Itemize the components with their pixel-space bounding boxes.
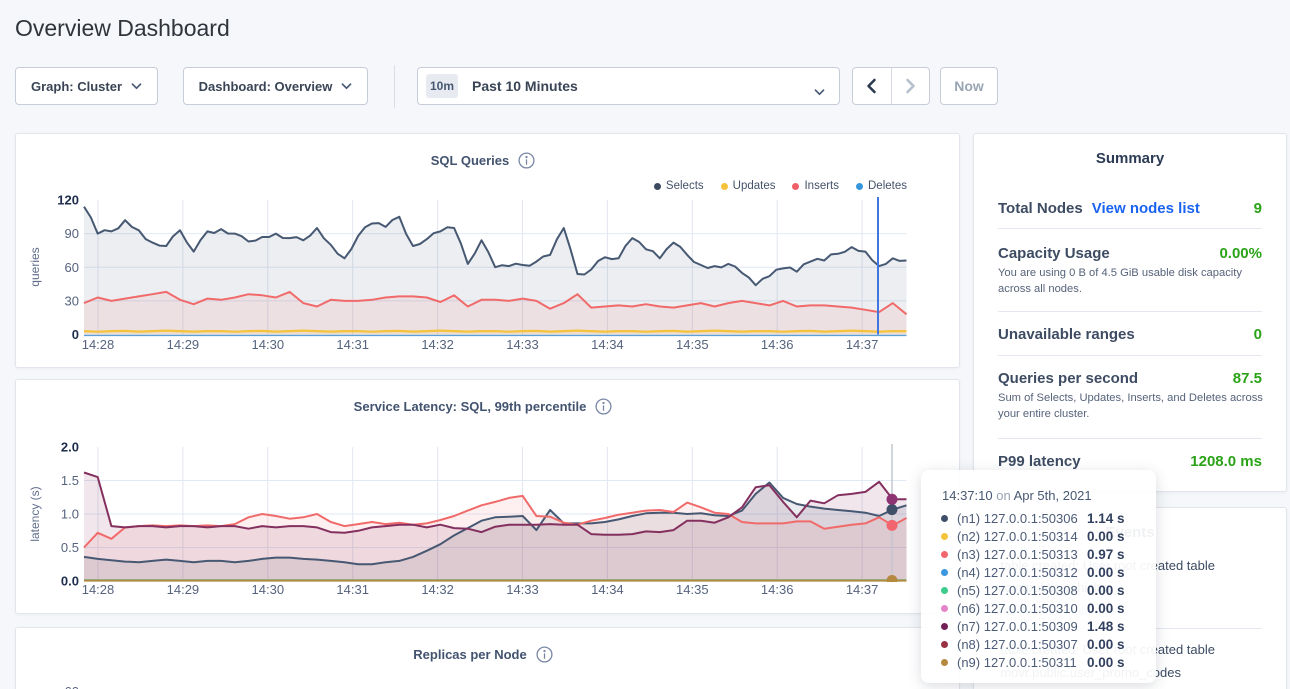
svg-text:14:32: 14:32 xyxy=(421,337,454,352)
svg-text:14:31: 14:31 xyxy=(336,337,369,352)
svg-text:14:30: 14:30 xyxy=(252,337,285,352)
svg-text:90: 90 xyxy=(65,226,79,241)
svg-text:1.0: 1.0 xyxy=(61,507,79,522)
svg-text:120: 120 xyxy=(57,193,79,208)
svg-text:14:37: 14:37 xyxy=(846,582,879,597)
svg-text:1.5: 1.5 xyxy=(61,473,79,488)
svg-text:14:35: 14:35 xyxy=(676,582,709,597)
svg-text:14:36: 14:36 xyxy=(761,337,794,352)
svg-text:0.0: 0.0 xyxy=(61,574,79,589)
svg-text:latency (s): latency (s) xyxy=(28,486,42,541)
svg-text:14:29: 14:29 xyxy=(167,337,200,352)
svg-text:30: 30 xyxy=(65,293,79,308)
svg-text:14:33: 14:33 xyxy=(506,337,539,352)
svg-text:14:34: 14:34 xyxy=(591,582,624,597)
svg-text:14:36: 14:36 xyxy=(761,582,794,597)
svg-text:2.0: 2.0 xyxy=(61,440,79,455)
svg-text:14:32: 14:32 xyxy=(421,582,454,597)
svg-text:14:31: 14:31 xyxy=(336,582,369,597)
svg-text:14:34: 14:34 xyxy=(591,337,624,352)
svg-text:14:30: 14:30 xyxy=(252,582,285,597)
svg-text:14:29: 14:29 xyxy=(167,582,200,597)
svg-text:0.5: 0.5 xyxy=(61,540,79,555)
svg-text:14:28: 14:28 xyxy=(82,337,115,352)
svg-text:14:37: 14:37 xyxy=(846,337,879,352)
svg-text:60: 60 xyxy=(65,684,79,689)
svg-text:queries: queries xyxy=(28,247,42,286)
svg-text:0: 0 xyxy=(72,327,79,342)
svg-text:14:33: 14:33 xyxy=(506,582,539,597)
svg-text:60: 60 xyxy=(65,260,79,275)
svg-text:14:28: 14:28 xyxy=(82,582,115,597)
svg-text:14:35: 14:35 xyxy=(676,337,709,352)
